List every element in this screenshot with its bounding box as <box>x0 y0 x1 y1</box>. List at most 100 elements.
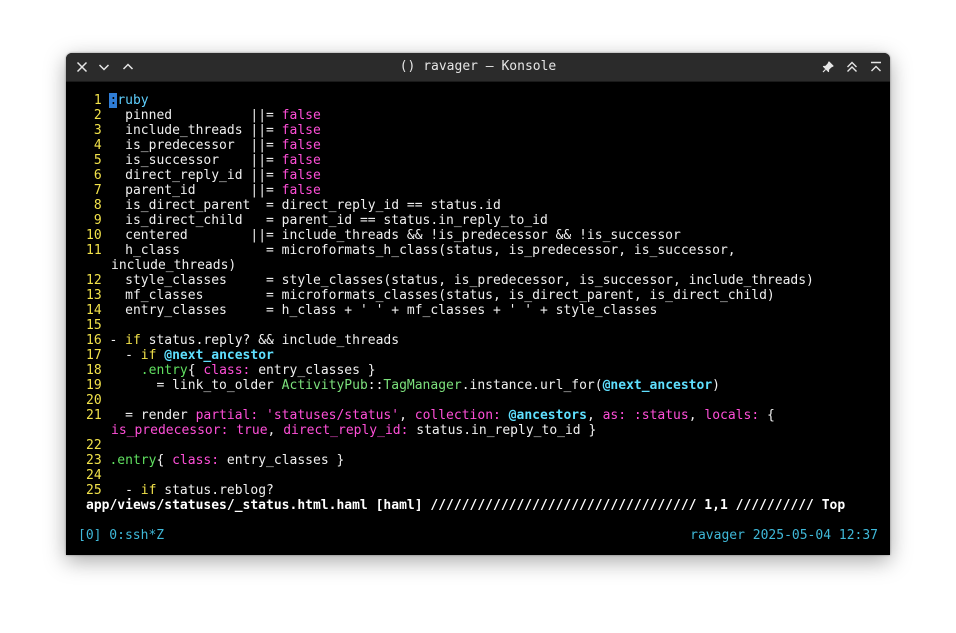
code-token: is_direct_parent = direct_reply_id == st… <box>109 198 501 213</box>
code-line: 22 <box>86 438 109 453</box>
code-token: ActivityPub <box>281 378 368 393</box>
code-token: locals: <box>704 408 760 423</box>
line-number: 20 <box>86 393 110 408</box>
code-token: @ancestors <box>508 408 587 423</box>
code-token: { <box>759 408 775 423</box>
code-line: 10 centered ||= include_threads && !is_p… <box>86 228 681 243</box>
line-number: 8 <box>86 198 110 213</box>
line-number: 16 <box>86 333 110 348</box>
code-token: false <box>281 138 321 153</box>
code-line: 17 - if @next_ancestor <box>86 348 274 363</box>
code-token: is_successor ||= <box>109 153 282 168</box>
line-number: 6 <box>86 168 110 183</box>
code-line: 4 is_predecessor ||= false <box>86 138 321 153</box>
line-number: 11 <box>86 243 110 258</box>
chevron-up-bar-icon[interactable] <box>866 57 886 77</box>
code-token: status.in_reply_to_id } <box>408 423 597 438</box>
line-number: 9 <box>86 213 110 228</box>
line-number: 21 <box>86 408 110 423</box>
line-number: 15 <box>86 318 110 333</box>
code-token: - <box>109 483 141 498</box>
code-token: :status <box>633 408 689 423</box>
line-number: 17 <box>86 348 110 363</box>
code-token: entry_classes } <box>219 453 345 468</box>
line-number: 10 <box>86 228 110 243</box>
code-token: include_threads) <box>111 258 237 273</box>
code-token: class: <box>203 363 251 378</box>
code-token: - <box>109 348 141 363</box>
code-line: include_threads) <box>111 258 236 273</box>
code-token: is_predecessor: <box>111 423 229 438</box>
code-line: 24 <box>86 468 109 483</box>
line-number: 2 <box>86 108 110 123</box>
code-token: parent_id ||= <box>109 183 282 198</box>
code-token: entry_classes = h_class + ' ' + mf_class… <box>109 303 658 318</box>
code-token: ) <box>712 378 720 393</box>
code-token: entry_classes } <box>250 363 376 378</box>
line-number: 13 <box>86 288 110 303</box>
code-token: .entry <box>109 453 157 468</box>
code-token: if <box>140 348 157 363</box>
code-token: 'statuses/status' <box>266 408 400 423</box>
code-token: .entry <box>140 363 188 378</box>
code-token: { <box>187 363 204 378</box>
code-line: 18 .entry{ class: entry_classes } <box>86 363 376 378</box>
line-number: 3 <box>86 123 110 138</box>
code-token: @next_ancestor <box>164 348 274 363</box>
code-token: class: <box>172 453 220 468</box>
code-line: 23 .entry{ class: entry_classes } <box>86 453 344 468</box>
line-number: 22 <box>86 438 110 453</box>
code-line: 9 is_direct_child = parent_id == status.… <box>86 213 548 228</box>
tmux-host-clock: ravager 2025-05-04 12:37 <box>690 528 878 543</box>
code-token: centered ||= include_threads && !is_pred… <box>109 228 681 243</box>
code-token: false <box>281 183 321 198</box>
code-token: if <box>140 483 157 498</box>
line-number: 5 <box>86 153 110 168</box>
title-bar[interactable]: () ravager — Konsole <box>66 53 890 82</box>
code-line: 20 <box>86 393 109 408</box>
code-token: = link_to_older <box>109 378 282 393</box>
line-number: 23 <box>86 453 110 468</box>
code-token: collection: <box>414 408 501 423</box>
code-line: 1 :ruby <box>86 93 149 108</box>
code-token: = render <box>109 408 196 423</box>
code-token: is_predecessor ||= <box>109 138 282 153</box>
code-token: as: <box>602 408 627 423</box>
code-line: 21 = render partial: 'statuses/status', … <box>86 408 775 423</box>
code-token: , <box>399 408 415 423</box>
code-line: 15 <box>86 318 109 333</box>
line-number: 7 <box>86 183 110 198</box>
line-number: 12 <box>86 273 110 288</box>
line-number: 19 <box>86 378 110 393</box>
code-token: ruby <box>117 93 149 108</box>
code-token: mf_classes = microformats_classes(status… <box>109 288 775 303</box>
code-line: 14 entry_classes = h_class + ' ' + mf_cl… <box>86 303 657 318</box>
code-line: 2 pinned ||= false <box>86 108 321 123</box>
code-token: false <box>281 123 321 138</box>
vim-statusline: app/views/statuses/_status.html.haml [ha… <box>86 498 846 513</box>
code-token: - <box>109 333 126 348</box>
line-number: 4 <box>86 138 110 153</box>
tmux-session-indicator: [0] 0:ssh*Z <box>78 528 165 543</box>
konsole-window: () ravager — Konsole app/views/statuses/… <box>66 53 890 555</box>
double-chevron-up-icon[interactable] <box>842 57 862 77</box>
code-line: 13 mf_classes = microformats_classes(sta… <box>86 288 775 303</box>
code-token: false <box>281 168 321 183</box>
code-token: include_threads ||= <box>109 123 282 138</box>
code-line: 12 style_classes = style_classes(status,… <box>86 273 814 288</box>
line-number: 14 <box>86 303 110 318</box>
line-number: 24 <box>86 468 110 483</box>
code-token: partial: <box>195 408 259 423</box>
code-line: 5 is_successor ||= false <box>86 153 321 168</box>
code-token: false <box>281 108 321 123</box>
terminal-area[interactable]: app/views/statuses/_status.html.haml [ha… <box>66 82 890 555</box>
pin-icon[interactable] <box>818 57 838 77</box>
code-line: is_predecessor: true, direct_reply_id: s… <box>111 423 596 438</box>
window-title: () ravager — Konsole <box>399 59 557 74</box>
code-token: :: <box>367 378 384 393</box>
code-token: , <box>267 423 284 438</box>
code-token: status.reply? && include_threads <box>140 333 400 348</box>
code-line: 19 = link_to_older ActivityPub::TagManag… <box>86 378 720 393</box>
